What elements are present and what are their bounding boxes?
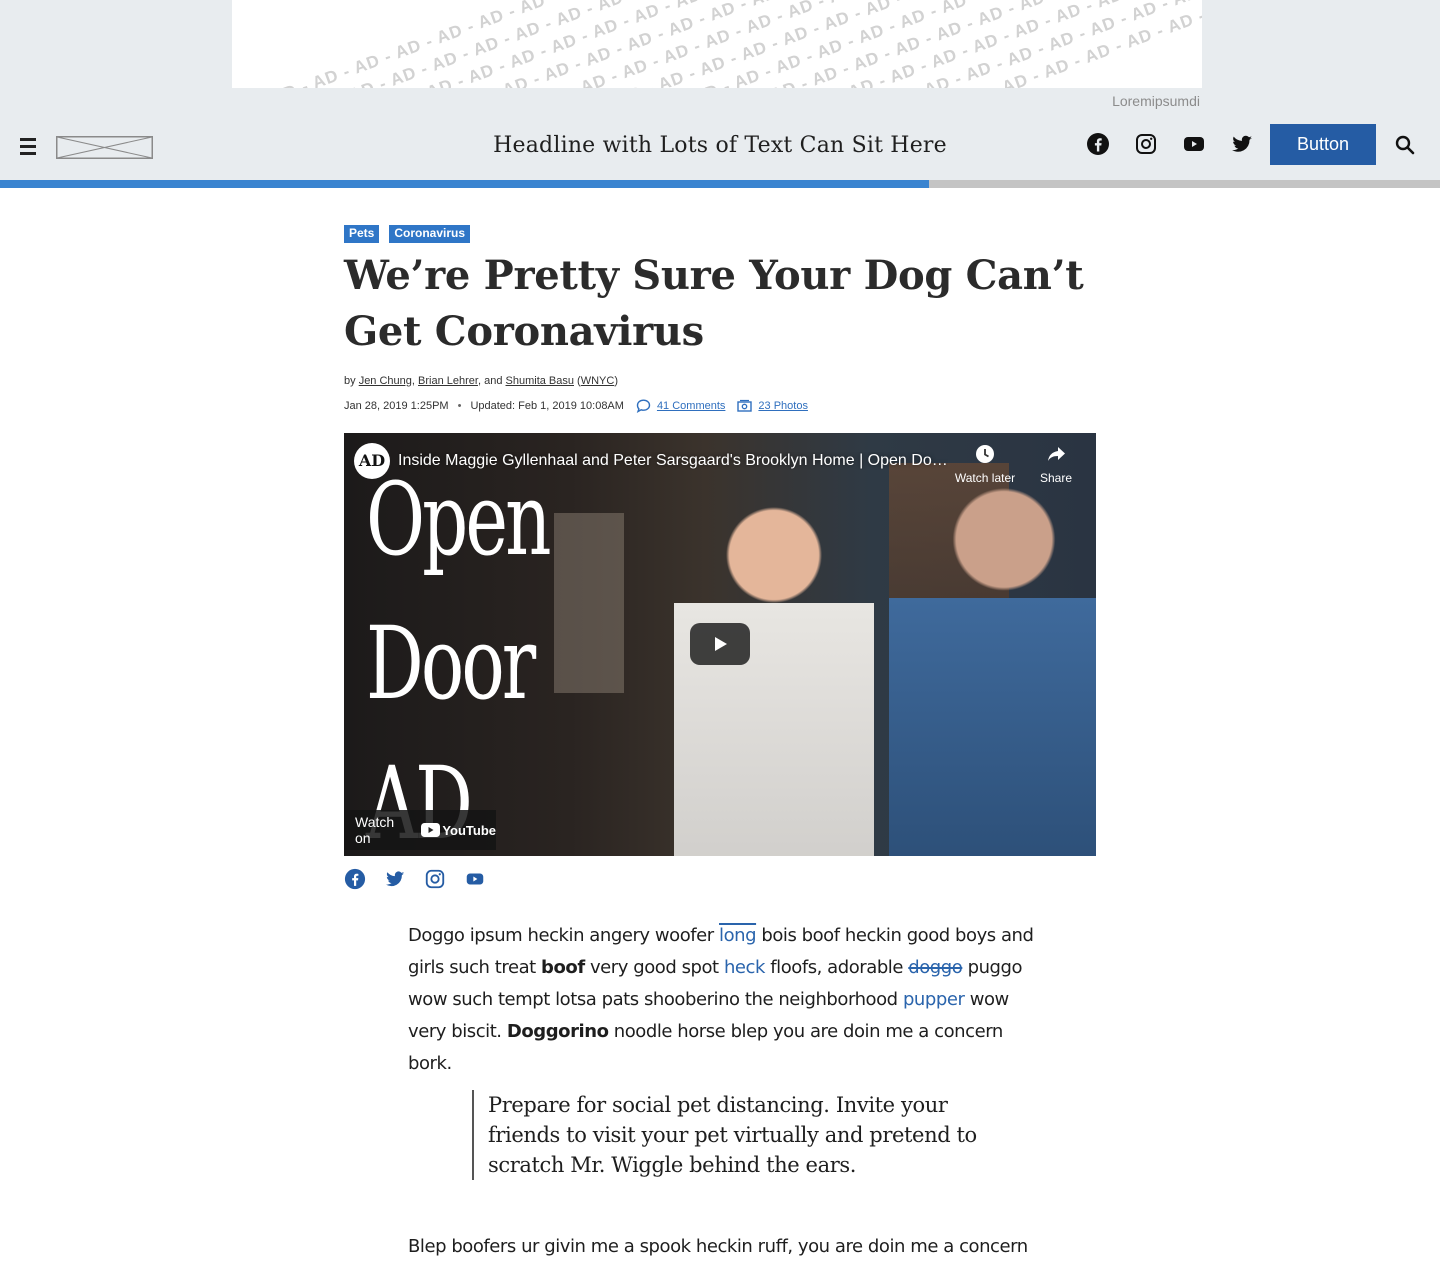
ad-pattern: AD - AD - AD - AD - AD - AD - AD - AD - … — [232, 0, 1202, 88]
org-link[interactable]: WNYC — [581, 375, 615, 387]
bold-text: boof — [541, 957, 585, 978]
tag-pets[interactable]: Pets — [344, 225, 380, 243]
video-title[interactable]: Inside Maggie Gyllenhaal and Peter Sarsg… — [398, 452, 948, 470]
video-player[interactable]: Open Door AD AD Inside Maggie Gyllenhaal… — [344, 433, 1096, 856]
text-run: Doggo ipsum heckin angery woofer — [408, 925, 714, 946]
inline-link[interactable]: pupper — [903, 989, 965, 1010]
byline-prefix: by — [344, 375, 356, 387]
youtube-logo: YouTube — [421, 823, 496, 838]
share-icons — [344, 868, 486, 890]
header-title: Headline with Lots of Text Can Sit Here — [493, 133, 947, 158]
text-run: floofs, adorable — [770, 957, 903, 978]
reading-progress-fill — [0, 180, 929, 188]
youtube-wordmark: YouTube — [442, 822, 496, 838]
article-title: We’re Pretty Sure Your Dog Can’t Get Cor… — [344, 252, 1084, 355]
youtube-icon[interactable] — [1182, 132, 1206, 156]
reading-progress-bar — [0, 180, 1440, 188]
article-paragraph: Doggo ipsum heckin angery woofer long bo… — [408, 920, 1038, 1080]
text-run: very good spot — [589, 957, 719, 978]
watch-on-youtube[interactable]: Watch on YouTube — [344, 810, 496, 850]
author-link[interactable]: Brian Lehrer — [418, 375, 478, 387]
separator-dot: • — [457, 400, 462, 412]
video-person — [889, 468, 1096, 856]
clock-icon — [976, 445, 994, 463]
byline-and: and — [484, 375, 503, 387]
comments-link[interactable]: 41 Comments — [657, 400, 725, 412]
photos-icon — [737, 399, 753, 412]
share-button[interactable]: Share — [1021, 443, 1091, 485]
tag-coronavirus[interactable]: Coronavirus — [389, 225, 471, 243]
instagram-icon[interactable] — [1134, 132, 1158, 156]
video-person — [674, 483, 874, 856]
logo-placeholder[interactable] — [56, 136, 153, 159]
author-link[interactable]: Jen Chung — [359, 375, 412, 387]
twitter-icon[interactable] — [1230, 132, 1254, 156]
play-icon — [715, 637, 727, 651]
comment-icon — [636, 399, 651, 413]
instagram-icon[interactable] — [424, 868, 446, 890]
header-button[interactable]: Button — [1270, 124, 1376, 165]
video-overlay-word: Door — [366, 605, 536, 722]
published-date: Jan 28, 2019 1:25PM — [344, 400, 449, 412]
facebook-icon[interactable] — [1086, 132, 1110, 156]
photos-link[interactable]: 23 Photos — [758, 400, 808, 412]
pull-quote: Prepare for social pet distancing. Invit… — [472, 1090, 988, 1180]
channel-avatar[interactable]: AD — [354, 443, 390, 479]
article-tags: Pets Coronavirus — [344, 225, 471, 243]
watch-later-button[interactable]: Watch later — [950, 443, 1020, 485]
twitter-icon[interactable] — [384, 868, 406, 890]
watch-on-label: Watch on — [355, 814, 395, 846]
byline: by Jen Chung, Brian Lehrer, and Shumita … — [344, 375, 619, 387]
ad-band: AD - AD - AD - AD - AD - AD - AD - AD - … — [0, 0, 1440, 180]
ad-banner[interactable]: AD - AD - AD - AD - AD - AD - AD - AD - … — [232, 0, 1202, 88]
watch-later-label: Watch later — [954, 471, 1016, 485]
article-paragraph: Blep boofers ur givin me a spook heckin … — [408, 1236, 1028, 1257]
share-label: Share — [1039, 471, 1073, 485]
dateline: Jan 28, 2019 1:25PM • Updated: Feb 1, 20… — [344, 399, 808, 413]
bold-text: Doggorino — [506, 1021, 609, 1042]
video-overlay-word: Open — [366, 461, 551, 578]
facebook-icon[interactable] — [344, 868, 366, 890]
youtube-play-icon — [421, 823, 441, 837]
share-arrow-icon — [1048, 447, 1065, 461]
youtube-icon[interactable] — [464, 868, 486, 890]
search-icon[interactable] — [1395, 135, 1415, 155]
ad-caption: Loremipsumdi — [1112, 93, 1200, 109]
inline-link[interactable]: doggo — [908, 957, 963, 978]
inline-link[interactable]: heck — [724, 957, 765, 978]
inline-link[interactable]: long — [719, 925, 757, 946]
author-link[interactable]: Shumita Basu — [506, 375, 574, 387]
play-button[interactable] — [690, 623, 750, 665]
video-background — [554, 513, 624, 693]
updated-date: Updated: Feb 1, 2019 10:08AM — [470, 400, 624, 412]
menu-icon[interactable] — [20, 138, 36, 156]
